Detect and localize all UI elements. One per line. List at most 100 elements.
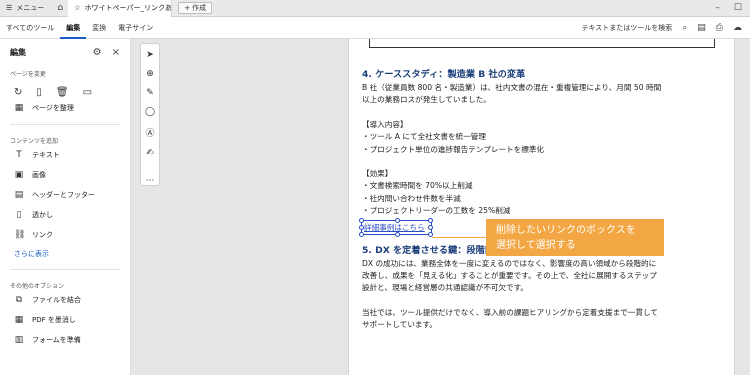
organize-pages-button[interactable]: ▦ ページを整理 — [0, 98, 130, 118]
add-text-label: テキスト — [32, 151, 60, 159]
share-icon[interactable]: ⎙ — [716, 23, 723, 33]
document-content: 4. ケーススタディ：製造業 B 社の変革 B 社（従業員数 800 名・製造業… — [359, 68, 717, 332]
window-controls: – ☐ — [715, 3, 750, 13]
more-icon[interactable]: ⋯ — [146, 176, 155, 186]
star-icon[interactable]: ☆ — [74, 4, 80, 12]
pdf-page: 4. ケーススタディ：製造業 B 社の変革 B 社（従業員数 800 名・製造業… — [348, 39, 735, 375]
header-footer-icon: ▤ — [14, 190, 24, 200]
minimize-icon[interactable]: – — [715, 3, 720, 13]
paragraph-line[interactable]: DX の成功には、業務全体を一度に変えるのではなく、影響度の高い領域から段階的に — [362, 258, 717, 270]
watermark-icon: ▯ — [16, 210, 22, 220]
paragraph-line[interactable]: 設計と、現場と経営層の共通認識が不可欠です。 — [362, 282, 717, 294]
combine-files-button[interactable]: ⧉ ファイルを結合 — [0, 290, 130, 310]
show-more-link[interactable]: さらに表示 — [0, 245, 130, 263]
add-image-button[interactable]: ▣ 画像 — [0, 165, 130, 185]
list-item[interactable]: ・ツール A にて全社文書を統一管理 — [362, 131, 717, 143]
zoom-icon[interactable]: ⊕ — [146, 69, 154, 79]
edit-panel-header: 編集 ⚙ × — [0, 39, 130, 58]
delete-icon[interactable]: 🗑 — [56, 87, 69, 98]
resize-handle[interactable] — [395, 231, 400, 237]
hamburger-icon: ☰ — [6, 4, 13, 12]
redact-pdf-button[interactable]: ▦ PDF を墨消し — [0, 310, 130, 330]
section-heading-4[interactable]: 4. ケーススタディ：製造業 B 社の変革 — [362, 68, 717, 82]
prepare-form-label: フォームを準備 — [32, 336, 81, 344]
intro-heading[interactable]: 【導入内容】 — [362, 119, 717, 131]
new-button[interactable]: + 作成 — [178, 2, 213, 14]
cloud-icon[interactable]: ☁ — [733, 23, 742, 33]
page-tools-row: ↻ ▯ 🗑 ▭ — [0, 78, 130, 98]
redact-label: PDF を墨消し — [32, 316, 76, 324]
resize-handle[interactable] — [359, 217, 364, 223]
list-item[interactable]: ・文書検索時間を 70%以上削減 — [362, 180, 717, 192]
redact-icon: ▦ — [14, 315, 24, 325]
watermark-button[interactable]: ▯ 透かし — [0, 205, 130, 225]
page-section-heading: ページを変更 — [10, 71, 46, 78]
previous-box-border — [369, 39, 715, 48]
edit-panel: 編集 ⚙ × ページを変更 ↻ ▯ 🗑 ▭ ▦ ページを整理 コンテンツを追加 … — [0, 39, 131, 375]
text-select-icon[interactable]: Ⓐ — [145, 126, 154, 139]
home-icon[interactable]: ⌂ — [52, 0, 68, 17]
menu-button[interactable]: ☰ メニュー — [0, 0, 52, 16]
stamp-icon[interactable]: ✍ — [146, 148, 154, 158]
selected-link-box[interactable]: 詳細事例はこちら — [359, 217, 433, 237]
rotate-icon[interactable]: ↻ — [14, 87, 22, 98]
edit-panel-title: 編集 — [10, 48, 26, 57]
pointer-icon[interactable]: ➤ — [146, 50, 154, 60]
resize-handle[interactable] — [428, 217, 433, 223]
resize-handle[interactable] — [428, 231, 433, 237]
combine-icon: ⧉ — [15, 295, 23, 305]
pen-icon[interactable]: ✎ — [146, 88, 154, 98]
main-toolbar: すべてのツール 編集 変換 電子サイン テキストまたはツールを検索 ⌕ ▤ ⎙ … — [0, 17, 750, 39]
list-item[interactable]: ・プロジェクト単位の進捗報告テンプレートを標準化 — [362, 144, 717, 156]
tab-convert[interactable]: 変換 — [86, 17, 112, 39]
paragraph-line[interactable]: 以上の業務ロスが発生していました。 — [362, 94, 717, 106]
list-item[interactable]: ・プロジェクトリーダーの工数を 25%削減 — [362, 205, 717, 217]
effect-heading[interactable]: 【効果】 — [362, 168, 717, 180]
document-tab[interactable]: ☆ ホワイトペーパー_リンクあ... × — [68, 0, 173, 17]
image-icon: ▣ — [14, 170, 24, 180]
close-panel-icon[interactable]: × — [112, 47, 120, 58]
quick-tools: ➤ ⊕ ✎ ◯ Ⓐ ✍ ⋯ — [140, 43, 160, 186]
tab-e-sign[interactable]: 電子サイン — [112, 17, 159, 39]
link-button[interactable]: ⛓ リンク — [0, 225, 130, 245]
notes-icon[interactable]: ▤ — [697, 23, 706, 33]
document-tab-title: ホワイトペーパー_リンクあ... — [84, 4, 173, 12]
resize-handle[interactable] — [359, 224, 364, 230]
header-footer-button[interactable]: ▤ ヘッダーとフッター — [0, 185, 130, 205]
combine-label: ファイルを結合 — [32, 296, 81, 304]
resize-handle[interactable] — [359, 231, 364, 237]
resize-handle[interactable] — [428, 224, 433, 230]
extract-page-icon[interactable]: ▭ — [83, 87, 92, 98]
paragraph-line[interactable]: 改善し、成果を「見える化」することが重要です。その上で、全社に展開するステップ — [362, 270, 717, 282]
maximize-icon[interactable]: ☐ — [734, 3, 742, 13]
paragraph-line[interactable]: B 社（従業員数 800 名・製造業）は、社内文書の混在・重複管理により、月間 … — [362, 82, 717, 94]
lasso-icon[interactable]: ◯ — [145, 107, 155, 117]
text-icon: T — [16, 150, 22, 160]
tab-bar: ☰ メニュー ⌂ ☆ ホワイトペーパー_リンクあ... × + 作成 – ☐ — [0, 0, 750, 17]
form-icon: ▥ — [14, 335, 24, 345]
callout-line-2: 選択して選択する — [496, 240, 576, 251]
other-section-heading: その他のオプション — [10, 283, 65, 290]
content-section-heading: コンテンツを追加 — [10, 138, 59, 145]
tab-edit[interactable]: 編集 — [60, 17, 87, 39]
paragraph-line[interactable]: 当社では、ツール提供だけでなく、導入前の課題ヒアリングから定着支援まで一貫して — [362, 307, 717, 319]
paragraph-line[interactable]: サポートしています。 — [362, 319, 717, 331]
menu-label: メニュー — [16, 4, 45, 12]
search-label[interactable]: テキストまたはツールを検索 — [581, 23, 672, 33]
tab-all-tools[interactable]: すべてのツール — [0, 17, 60, 39]
new-label: 作成 — [192, 4, 207, 12]
organize-pages-label: ページを整理 — [32, 104, 74, 112]
add-text-button[interactable]: T テキスト — [0, 145, 130, 165]
link-label: リンク — [32, 231, 53, 239]
document-canvas: 4. ケーススタディ：製造業 B 社の変革 B 社（従業員数 800 名・製造業… — [131, 39, 750, 375]
search-icon[interactable]: ⌕ — [682, 23, 687, 33]
callout-connector — [432, 237, 486, 238]
resize-handle[interactable] — [395, 217, 400, 223]
add-image-label: 画像 — [32, 171, 46, 179]
prepare-form-button[interactable]: ▥ フォームを準備 — [0, 330, 130, 350]
insert-page-icon[interactable]: ▯ — [36, 87, 42, 98]
settings-icon[interactable]: ⚙ — [93, 47, 102, 58]
list-item[interactable]: ・社内問い合わせ件数を半減 — [362, 193, 717, 205]
callout-line-1: 削除したいリンクのボックスを — [496, 225, 636, 236]
link-icon: ⛓ — [14, 230, 26, 240]
